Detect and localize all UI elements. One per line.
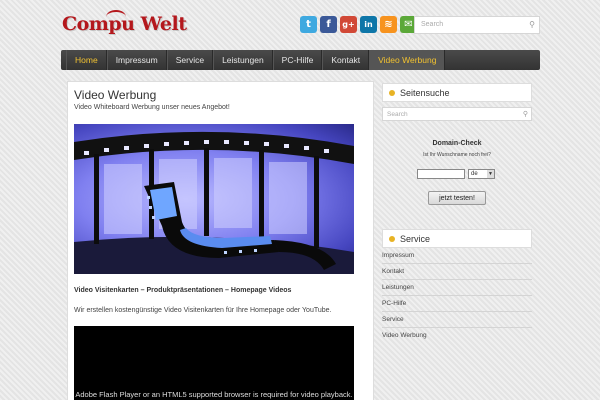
search-icon[interactable]: ⚲ — [523, 110, 528, 118]
nav-item-leistungen[interactable]: Leistungen — [213, 50, 273, 70]
header-search-placeholder: Search — [421, 21, 444, 28]
googleplus-icon[interactable]: g+ — [340, 16, 357, 33]
sidebar-link-kontakt[interactable]: Kontakt — [382, 265, 532, 280]
sidebar-link-service[interactable]: Service — [382, 313, 532, 328]
nav-item-pc-hilfe[interactable]: PC-Hilfe — [272, 50, 323, 70]
header-search-input[interactable]: Search ⚲ — [414, 16, 540, 34]
widget-dot-icon — [389, 89, 395, 96]
site-logo[interactable]: Compu Welt — [62, 10, 187, 38]
widget-service: Service — [382, 229, 532, 248]
linkedin-icon[interactable]: in — [360, 16, 377, 33]
page-title: Video Werbung — [74, 88, 157, 102]
domain-tld-select[interactable]: de ▼ — [468, 169, 495, 179]
sidebar-link-impressum[interactable]: Impressum — [382, 249, 532, 264]
content-paragraph: Wir erstellen kostengünstige Video Visit… — [74, 307, 332, 314]
hero-image-filmstrip — [74, 124, 354, 274]
lead-text: Video Whiteboard Werbung unser neues Ang… — [74, 104, 230, 111]
sidebar-link-pc-hilfe[interactable]: PC-Hilfe — [382, 297, 532, 312]
twitter-icon[interactable]: t — [300, 16, 317, 33]
domain-check-subtitle: Ist Ihr Wunschname noch frei? — [423, 152, 491, 158]
logo-text: Compu Welt — [62, 13, 187, 35]
nav-item-service[interactable]: Service — [166, 50, 214, 70]
sidebar-search-placeholder: Search — [387, 111, 408, 118]
widget-title-seitensuche: Seitensuche — [400, 87, 450, 98]
main-content: Video Werbung Video Whiteboard Werbung u… — [67, 81, 374, 400]
widget-title-service: Service — [400, 233, 431, 244]
sidebar-link-video-werbung[interactable]: Video Werbung — [382, 329, 532, 344]
video-fallback-message: Adobe Flash Player or an HTML5 supported… — [75, 390, 353, 399]
social-icons: t f g+ in ≋ ✉ — [300, 16, 417, 33]
nav-item-impressum[interactable]: Impressum — [106, 50, 167, 70]
chevron-down-icon: ▼ — [487, 170, 494, 178]
sidebar-search-input[interactable]: Search ⚲ — [382, 107, 532, 121]
main-navigation: Home Impressum Service Leistungen PC-Hil… — [61, 50, 540, 70]
filmstrip-illustration — [74, 131, 354, 274]
domain-name-input[interactable] — [417, 169, 465, 179]
nav-item-video-werbung[interactable]: Video Werbung — [369, 50, 446, 70]
facebook-icon[interactable]: f — [320, 16, 337, 33]
nav-item-kontakt[interactable]: Kontakt — [322, 50, 370, 70]
domain-tld-value: de — [471, 171, 478, 177]
domain-check-title: Domain-Check — [432, 140, 482, 147]
domain-check-button[interactable]: jetzt testen! — [428, 191, 486, 205]
rss-icon[interactable]: ≋ — [380, 16, 397, 33]
widget-seitensuche: Seitensuche — [382, 83, 532, 102]
video-player[interactable]: Adobe Flash Player or an HTML5 supported… — [74, 326, 354, 400]
content-subtitle: Video Visitenkarten – Produktpräsentatio… — [74, 287, 292, 294]
sidebar-link-leistungen[interactable]: Leistungen — [382, 281, 532, 296]
search-icon[interactable]: ⚲ — [529, 20, 535, 29]
nav-item-home[interactable]: Home — [66, 50, 107, 70]
widget-dot-icon — [389, 235, 395, 242]
